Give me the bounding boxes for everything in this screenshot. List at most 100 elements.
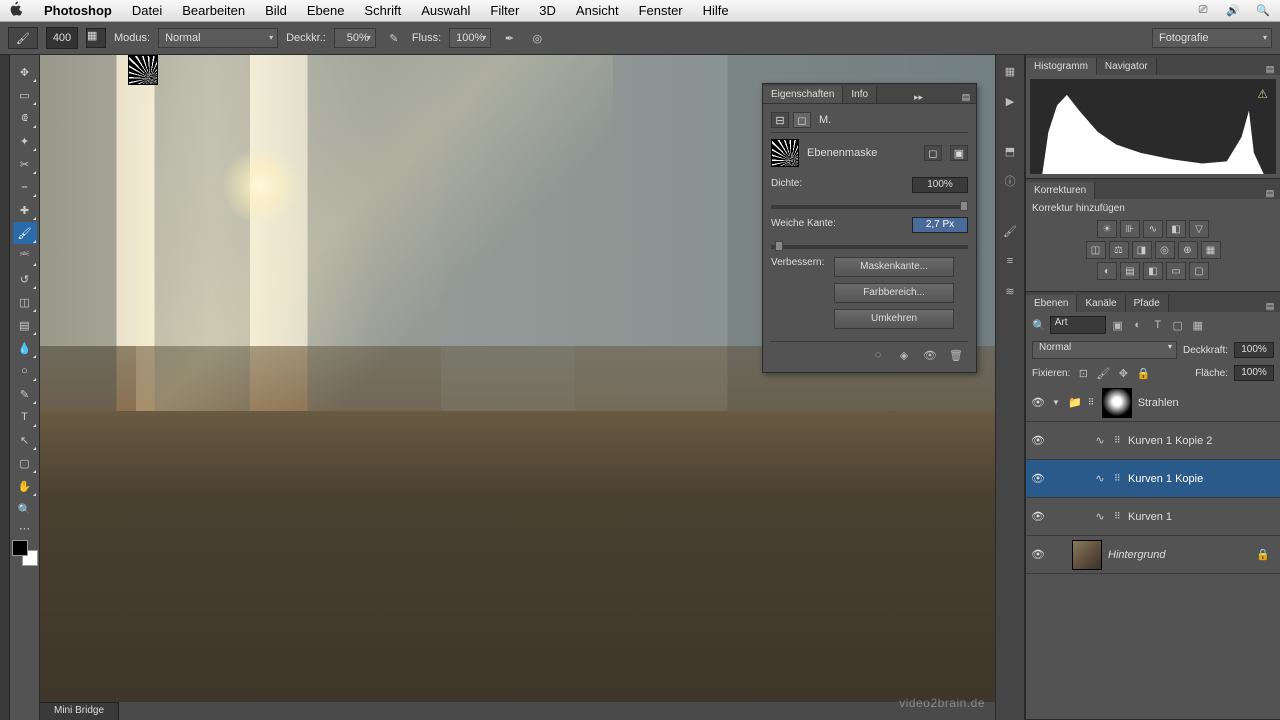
mid-icon-6[interactable]: ≡ [1000,251,1020,271]
apple-logo-icon[interactable] [8,1,34,20]
layer-name[interactable]: Strahlen [1138,397,1179,409]
magic-wand-tool[interactable]: ✦ [13,130,37,152]
dodge-tool[interactable]: ○ [13,360,37,382]
density-value[interactable]: 100% [912,177,968,193]
visibility-icon[interactable]: 👁 [1030,510,1046,523]
adj-posterize[interactable]: ▤ [1120,262,1140,280]
menu-fenster[interactable]: Fenster [629,0,693,21]
adj-vibrance[interactable]: ▽ [1189,220,1209,238]
mask-edge-button[interactable]: Maskenkante... [834,257,954,277]
brush-size[interactable]: 400 [46,27,78,49]
layer-row[interactable]: 👁 ∿ ⠿ Kurven 1 Kopie [1026,460,1280,498]
density-slider[interactable] [771,205,968,209]
crop-tool[interactable]: ✂ [13,153,37,175]
adj-invert[interactable]: ◐ [1097,262,1117,280]
move-tool[interactable]: ✥ [13,61,37,83]
layer-name[interactable]: Hintergrund [1108,549,1165,561]
lock-pos-icon[interactable]: ✥ [1116,366,1130,380]
layer-name[interactable]: Kurven 1 Kopie 2 [1128,435,1212,447]
adj-selectivecolor[interactable]: ▢ [1189,262,1209,280]
mid-icon-5[interactable]: 🖌 [1000,221,1020,241]
panel-menu-icon[interactable]: ▤ [960,92,976,103]
lock-all-icon[interactable]: 🔒 [1136,366,1150,380]
panel-menu-icon[interactable]: ▤ [1264,188,1280,199]
visibility-icon[interactable]: 👁 [1030,472,1046,485]
adj-gradientmap[interactable]: ▭ [1166,262,1186,280]
fill-value[interactable]: 100% [1234,365,1274,381]
adj-colorbalance[interactable]: ⚖ [1109,241,1129,259]
disable-mask-icon[interactable]: 👁 [922,348,938,362]
blur-tool[interactable]: 💧 [13,337,37,359]
tab-navigator[interactable]: Navigator [1097,58,1157,75]
display-icon[interactable]: ⎚ [1194,3,1212,19]
adj-colorlookup[interactable]: ▦ [1201,241,1221,259]
adj-channelmixer[interactable]: ⊕ [1178,241,1198,259]
brush-panel-toggle-icon[interactable]: ▦ [86,28,106,48]
filter-pixel-icon[interactable]: ▣ [1110,317,1126,333]
opacity-pressure-icon[interactable]: ✎ [384,28,404,48]
feather-slider[interactable] [771,245,968,249]
adj-hue[interactable]: ◫ [1086,241,1106,259]
layer-row-background[interactable]: 👁 Hintergrund 🔒 [1026,536,1280,574]
tab-info[interactable]: Info [843,86,877,103]
mini-bridge-tab[interactable]: Mini Bridge [40,702,119,720]
lock-trans-icon[interactable]: ⊡ [1076,366,1090,380]
adj-exposure[interactable]: ◧ [1166,220,1186,238]
menu-auswahl[interactable]: Auswahl [411,0,480,21]
mid-icon-1[interactable]: ▦ [1000,61,1020,81]
fg-bg-colors[interactable] [12,540,38,566]
filter-smart-icon[interactable]: ▦ [1190,317,1206,333]
menu-filter[interactable]: Filter [480,0,529,21]
healing-tool[interactable]: ✚ [13,199,37,221]
airbrush-icon[interactable]: ✒ [499,28,519,48]
volume-icon[interactable]: 🔊 [1224,3,1242,19]
tool-preset-icon[interactable]: 🖌 [8,27,38,49]
panel-menu-icon[interactable]: ▤ [1264,64,1280,75]
histogram-warning-icon[interactable]: ⚠ [1257,87,1268,101]
eyedropper-tool[interactable]: ⎯ [13,176,37,198]
menu-hilfe[interactable]: Hilfe [693,0,739,21]
path-select-tool[interactable]: ↖ [13,429,37,451]
lasso-tool[interactable]: ⟃ [13,107,37,129]
gradient-tool[interactable]: ▤ [13,314,37,336]
tab-histogramm[interactable]: Histogramm [1026,58,1097,75]
adj-threshold[interactable]: ◧ [1143,262,1163,280]
menu-bearbeiten[interactable]: Bearbeiten [172,0,255,21]
tab-korrekturen[interactable]: Korrekturen [1026,182,1095,199]
adj-levels[interactable]: ⊪ [1120,220,1140,238]
spotlight-icon[interactable]: 🔍 [1254,3,1272,19]
expand-icon[interactable]: ▼ [1052,398,1062,407]
apply-mask-icon[interactable]: ◈ [896,348,912,362]
adjustment-mode-icon[interactable]: ⊟ [771,112,789,128]
brush-tool[interactable]: 🖌 [13,222,37,244]
tab-eigenschaften[interactable]: Eigenschaften [763,86,843,103]
pixel-mask-button[interactable]: ◻ [924,145,942,161]
mask-mode-icon[interactable]: ◻ [793,112,811,128]
delete-mask-icon[interactable]: 🗑 [948,348,964,362]
layer-row[interactable]: 👁 ∿ ⠿ Kurven 1 [1026,498,1280,536]
filter-adj-icon[interactable]: ◐ [1130,317,1146,333]
menu-app[interactable]: Photoshop [34,0,122,21]
shape-tool[interactable]: ▢ [13,452,37,474]
menu-datei[interactable]: Datei [122,0,172,21]
panel-menu-icon[interactable]: ▤ [1264,301,1280,312]
lock-pixel-icon[interactable]: 🖌 [1096,366,1110,380]
adj-brightness[interactable]: ☀ [1097,220,1117,238]
tab-kanale[interactable]: Kanäle [1077,295,1125,312]
opacity-dropdown[interactable]: 50% [334,28,376,48]
adj-bw[interactable]: ◨ [1132,241,1152,259]
adj-curves[interactable]: ∿ [1143,220,1163,238]
visibility-icon[interactable]: 👁 [1030,434,1046,447]
mid-icon-7[interactable]: ≋ [1000,281,1020,301]
layer-opacity-value[interactable]: 100% [1234,342,1274,358]
layer-name[interactable]: Kurven 1 Kopie [1128,473,1203,485]
layer-name[interactable]: Kurven 1 [1128,511,1172,523]
adj-photofilter[interactable]: ◎ [1155,241,1175,259]
mask-thumbnail[interactable] [1102,388,1132,418]
color-range-button[interactable]: Farbbereich... [834,283,954,303]
panel-collapse-icon[interactable]: ▸▸ [908,92,929,103]
load-selection-icon[interactable]: ◌ [870,348,886,362]
flow-dropdown[interactable]: 100% [449,28,491,48]
mid-icon-4[interactable]: ⓘ [1000,171,1020,191]
marquee-tool[interactable]: ▭ [13,84,37,106]
